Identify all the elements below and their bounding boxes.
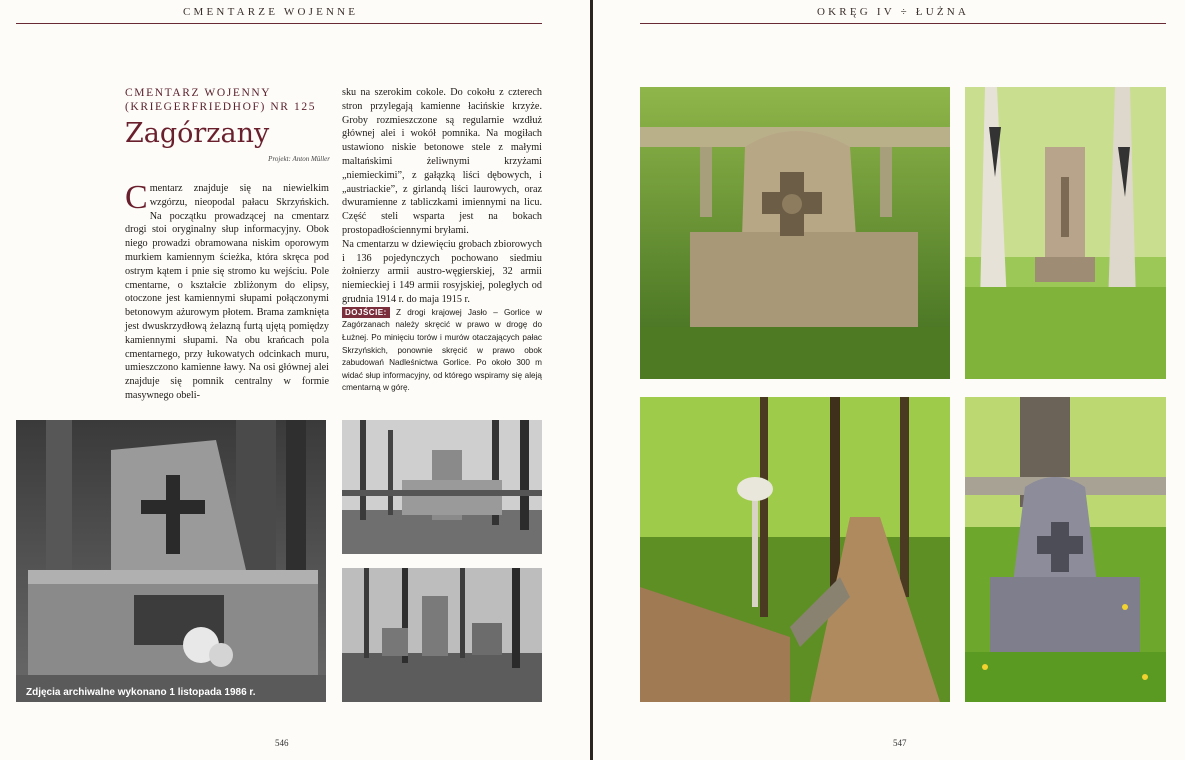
folio-right: 547 bbox=[893, 738, 907, 748]
body-text-a: mentarz znajduje się na niewielkim wzgór… bbox=[125, 183, 329, 401]
photo-grave-stele-1915 bbox=[640, 87, 950, 379]
right-page: OKRĘG IV ÷ ŁUŻNA 547 bbox=[593, 0, 1185, 760]
running-head-left: CMENTARZE WOJENNE bbox=[183, 6, 359, 18]
header-rule-left bbox=[16, 23, 542, 24]
body-text-b1: sku na szerokim cokole. Do cokołu z czte… bbox=[342, 87, 542, 236]
directions-paragraph: DOJŚCIE: Z drogi krajowej Jasło – Gorlic… bbox=[342, 306, 543, 395]
kicker-line-1: CMENTARZ WOJENNY bbox=[125, 87, 272, 99]
photo-grave-stele-in-grass bbox=[965, 397, 1166, 702]
kicker-line-2: (KRIEGERFRIEDHOF) NR 125 bbox=[125, 101, 317, 113]
dropcap: C bbox=[125, 179, 148, 216]
text-column-b: sku na szerokim cokole. Do cokołu z czte… bbox=[342, 86, 542, 395]
folio-left: 546 bbox=[275, 738, 289, 748]
photo-central-monument bbox=[965, 87, 1166, 379]
text-column-a: Cmentarz znajduje się na niewielkim wzgó… bbox=[125, 179, 329, 403]
archival-photo-grave: Zdjęcia archiwalne wykonano 1 listopada … bbox=[16, 420, 326, 702]
photo-caption: Zdjęcia archiwalne wykonano 1 listopada … bbox=[26, 687, 256, 698]
directions-label: DOJŚCIE: bbox=[342, 306, 390, 318]
page-title: Zagórzany bbox=[125, 118, 270, 149]
left-page: CMENTARZE WOJENNE CMENTARZ WOJENNY (KRIE… bbox=[0, 0, 590, 760]
body-text-b2: Na cmentarzu w dziewięciu grobach zbioro… bbox=[342, 238, 542, 305]
photo-path-with-signpost bbox=[640, 397, 950, 702]
archival-photo-monument bbox=[342, 420, 542, 554]
archival-photo-graves-row bbox=[342, 568, 542, 702]
cemetery-kicker: CMENTARZ WOJENNY (KRIEGERFRIEDHOF) NR 12… bbox=[125, 86, 335, 114]
project-credit: Projekt: Anton Müller bbox=[268, 155, 330, 163]
header-rule-right bbox=[640, 23, 1166, 24]
directions-text: Z drogi krajowej Jasło – Gorlice w Zagór… bbox=[342, 307, 543, 393]
running-head-right: OKRĘG IV ÷ ŁUŻNA bbox=[817, 6, 970, 18]
